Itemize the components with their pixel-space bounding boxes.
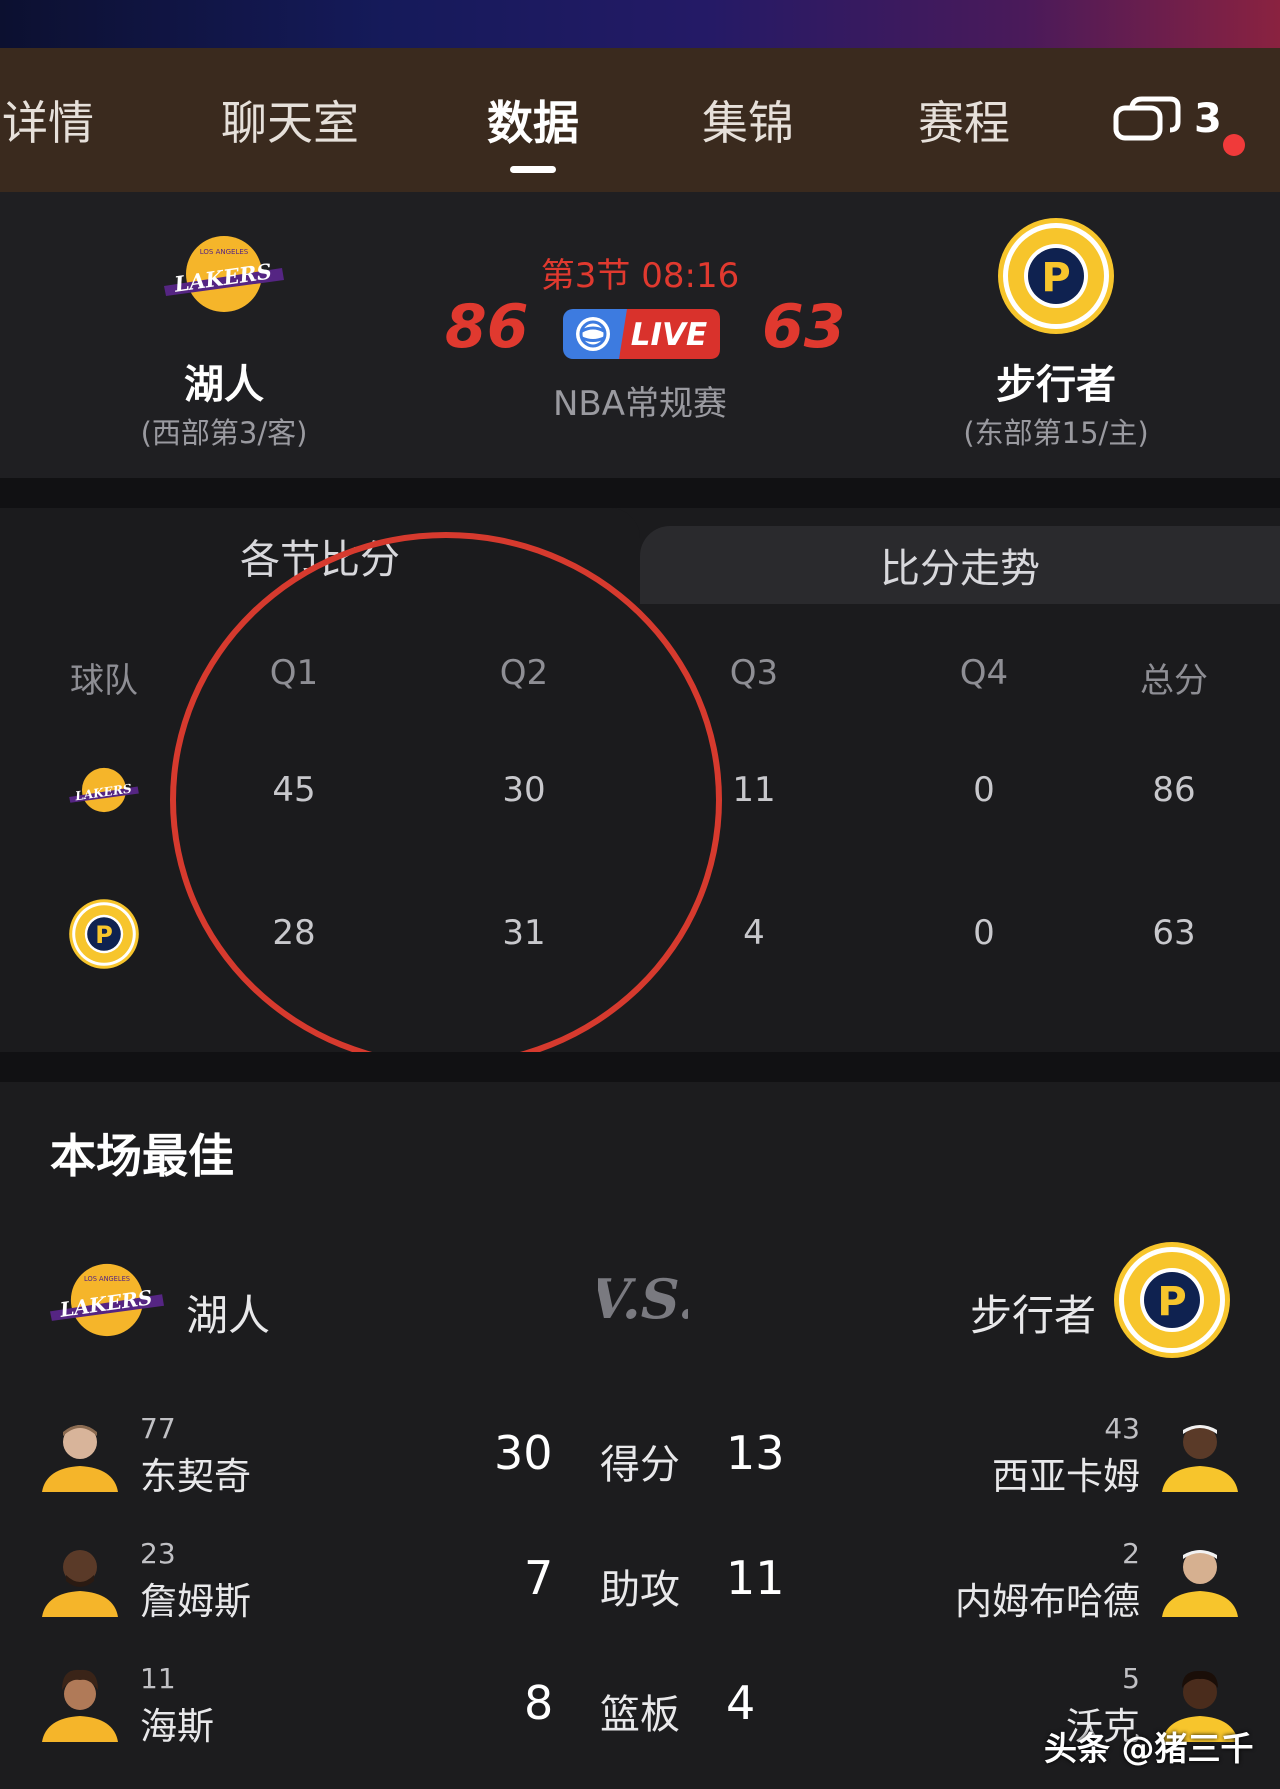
live-badge[interactable]: LIVE [563,309,720,359]
pacers-logo-icon: P [998,218,1114,334]
watermark: 头条 @猪三千 [1044,1729,1254,1768]
league-label: NBA常规赛 [552,384,728,424]
player-number: 77 [140,1412,176,1445]
player-number: 11 [140,1662,176,1695]
chat-bubbles-icon [1113,96,1181,141]
lakers-logo-icon: LAKERS LOS ANGELES [164,236,284,312]
cell-home-q2: 31 [502,913,546,953]
home-score: 63 [762,292,846,362]
tab-chatroom[interactable]: 聊天室 [190,48,390,192]
tab-quarter-scores[interactable]: 各节比分 [0,508,640,604]
quarter-scores-panel: 比分走势 各节比分 球队 Q1 Q2 Q3 Q4 总分 LAKERS 45 30… [0,508,1280,1052]
right-team-name: 步行者 [970,1291,1097,1340]
svg-text:LIVE: LIVE [631,317,707,353]
left-stat-value: 7 [524,1551,554,1605]
right-stat-value: 13 [726,1426,785,1480]
player-name: 内姆布哈德 [955,1580,1140,1623]
away-team-name: 湖人 [184,362,264,408]
cell-away-q4: 0 [973,770,995,810]
player-number: 2 [1122,1537,1140,1570]
player-number: 43 [1104,1412,1140,1445]
player-name: 海斯 [140,1705,214,1748]
player-number: 23 [140,1537,176,1570]
pacers-logo-icon: P [69,899,139,969]
player-avatar [1162,1550,1238,1617]
section-divider [0,478,1280,508]
vs-mark-icon: V.S. [598,1267,688,1331]
active-tab-indicator [510,166,556,173]
pacers-logo-icon: P [1114,1242,1230,1358]
cell-away-q3: 11 [732,770,776,810]
best-players-panel: 本场最佳 LAKERS LOS ANGELES 湖人 V.S. 步行者 P 77… [0,1082,1280,1789]
right-stat-value: 11 [726,1551,785,1605]
section-title: 本场最佳 [50,1129,234,1183]
live-stream-icon: LIVE [563,309,720,359]
player-avatar [42,1669,118,1742]
stat-row-assists[interactable]: 23 詹姆斯 7 助攻 11 2 内姆布哈德 [0,1537,1280,1647]
tab-highlights[interactable]: 集锦 [668,48,828,192]
stat-label: 篮板 [600,1692,680,1738]
header-q2: Q2 [499,653,549,693]
left-team-name: 湖人 [186,1291,271,1340]
cell-home-q4: 0 [973,913,995,953]
cell-away-q1: 45 [272,770,316,810]
message-button[interactable]: 3 [1112,84,1245,156]
header-q1: Q1 [269,653,319,693]
stat-label: 得分 [600,1442,680,1488]
player-avatar [42,1425,118,1492]
stat-label: 助攻 [600,1567,680,1613]
cell-home-total: 63 [1152,913,1196,953]
player-name: 东契奇 [140,1455,251,1498]
scoreboard: LAKERS LOS ANGELES 湖人 (西部第3/客) 第3节 08:16… [0,192,1280,478]
tab-score-trend[interactable]: 比分走势 [640,526,1280,604]
svg-text:LOS ANGELES: LOS ANGELES [200,248,249,256]
tab-details[interactable]: 详情 [0,48,96,192]
svg-text:P: P [1041,255,1070,301]
away-team-standing: (西部第3/客) [140,416,308,450]
cell-home-q3: 4 [743,913,765,953]
player-avatar [1162,1425,1238,1492]
header-total: 总分 [1140,661,1208,701]
notification-dot [1223,134,1245,156]
section-divider [0,1052,1280,1082]
cell-home-q1: 28 [272,913,316,953]
svg-text:P: P [1157,1279,1186,1325]
player-name: 西亚卡姆 [992,1455,1140,1498]
lakers-logo-icon: LAKERS LOS ANGELES [50,1263,164,1337]
player-number: 5 [1122,1662,1140,1695]
svg-text:V.S.: V.S. [598,1267,688,1331]
left-stat-value: 30 [494,1426,553,1480]
stat-row-points[interactable]: 77 东契奇 30 得分 13 43 西亚卡姆 [0,1412,1280,1522]
player-avatar [42,1550,118,1617]
svg-text:LOS ANGELES: LOS ANGELES [84,1275,130,1283]
lakers-logo-icon: LAKERS [69,767,139,813]
cell-away-total: 86 [1152,770,1196,810]
home-team-standing: (东部第15/主) [963,416,1149,450]
status-bar-gradient [0,0,1280,48]
header-team: 球队 [70,661,138,701]
away-score: 86 [445,292,529,362]
cell-away-q2: 30 [502,770,546,810]
left-stat-value: 8 [524,1676,554,1730]
header-q4: Q4 [959,653,1009,693]
svg-text:P: P [95,921,113,949]
header-q3: Q3 [729,653,779,693]
message-count: 3 [1194,96,1222,142]
home-team-name: 步行者 [996,362,1116,408]
right-stat-value: 4 [726,1676,756,1730]
game-period-clock: 第3节 08:16 [540,256,740,296]
player-name: 詹姆斯 [140,1580,251,1623]
tab-schedule[interactable]: 赛程 [884,48,1044,192]
top-nav-bar: 详情 聊天室 数据 集锦 赛程 3 [0,48,1280,192]
